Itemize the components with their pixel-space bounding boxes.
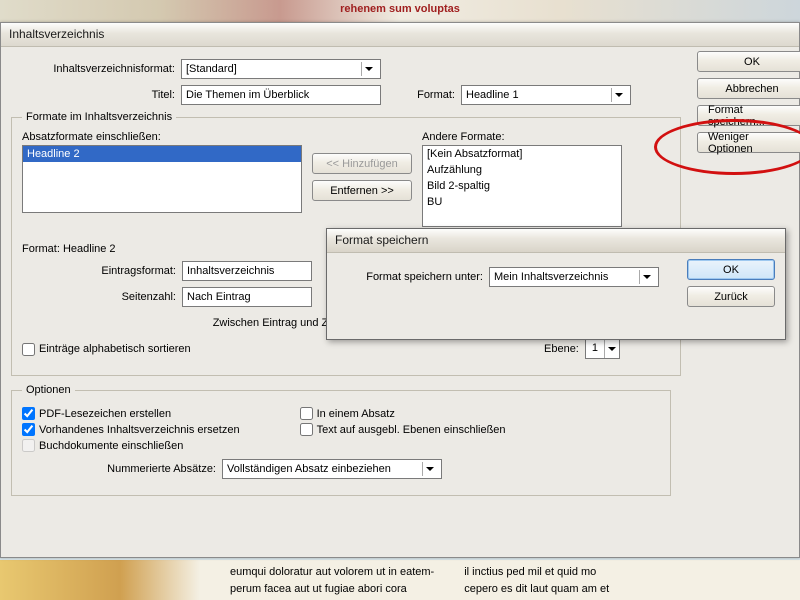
numbered-para-combo[interactable]: Vollständigen Absatz einbeziehen bbox=[222, 459, 442, 479]
ok-button[interactable]: OK bbox=[697, 51, 800, 72]
formats-legend: Formate im Inhaltsverzeichnis bbox=[22, 111, 176, 123]
numbered-para-value: Vollständigen Absatz einbeziehen bbox=[227, 463, 391, 475]
list-item[interactable]: Headline 2 bbox=[23, 146, 301, 162]
one-paragraph-label: In einem Absatz bbox=[317, 408, 395, 420]
entry-format-value: Inhaltsverzeichnis bbox=[187, 265, 274, 277]
format-combo[interactable]: Headline 1 bbox=[461, 85, 631, 105]
page-num-combo[interactable]: Nach Eintrag bbox=[182, 287, 312, 307]
save-format-button[interactable]: Format speichern... bbox=[697, 105, 800, 126]
save-as-combo[interactable]: Mein Inhaltsverzeichnis bbox=[489, 267, 659, 287]
include-formats-label: Absatzformate einschließen: bbox=[22, 131, 302, 143]
title-value: Die Themen im Überblick bbox=[186, 89, 309, 101]
sort-alpha-label: Einträge alphabetisch sortieren bbox=[39, 343, 191, 355]
save-format-dialog-title: Format speichern bbox=[327, 229, 785, 253]
options-legend: Optionen bbox=[22, 384, 75, 396]
list-item[interactable]: [Kein Absatzformat] bbox=[423, 146, 621, 162]
entry-format-combo[interactable]: Inhaltsverzeichnis bbox=[182, 261, 312, 281]
bg-text: eumqui doloratur aut volorem ut in eatem… bbox=[230, 564, 434, 581]
remove-button[interactable]: Entfernen >> bbox=[312, 180, 412, 201]
one-paragraph-checkbox[interactable]: In einem Absatz bbox=[300, 407, 506, 420]
save-as-value: Mein Inhaltsverzeichnis bbox=[494, 271, 608, 283]
other-formats-label: Andere Formate: bbox=[422, 131, 622, 143]
chevron-down-icon bbox=[611, 88, 626, 102]
save-format-back-button[interactable]: Zurück bbox=[687, 286, 775, 307]
other-formats-list[interactable]: [Kein Absatzformat] Aufzählung Bild 2-sp… bbox=[422, 145, 622, 227]
between-label: Zwischen Eintrag und Zahl: bbox=[22, 317, 352, 329]
save-format-ok-button[interactable]: OK bbox=[687, 259, 775, 280]
level-value: 1 bbox=[586, 340, 604, 358]
save-as-label: Format speichern unter: bbox=[339, 271, 489, 283]
list-item[interactable]: Bild 2-spaltig bbox=[423, 178, 621, 194]
toc-format-label: Inhaltsverzeichnisformat: bbox=[11, 63, 181, 75]
title-input[interactable]: Die Themen im Überblick bbox=[181, 85, 381, 105]
replace-toc-checkbox[interactable]: Vorhandenes Inhaltsverzeichnis ersetzen bbox=[22, 423, 240, 436]
book-docs-label: Buchdokumente einschließen bbox=[39, 440, 183, 452]
replace-toc-label: Vorhandenes Inhaltsverzeichnis ersetzen bbox=[39, 424, 240, 436]
bg-text: cepero es dit laut quam am et bbox=[464, 581, 609, 598]
bg-text: perum facea aut ut fugiae abori cora bbox=[230, 581, 434, 598]
background-page-top: rehenem sum voluptas bbox=[0, 0, 800, 22]
toc-format-combo[interactable]: [Standard] bbox=[181, 59, 381, 79]
page-num-label: Seitenzahl: bbox=[22, 291, 182, 303]
hidden-layers-checkbox[interactable]: Text auf ausgebl. Ebenen einschließen bbox=[300, 423, 506, 436]
format-value: Headline 1 bbox=[466, 89, 519, 101]
pdf-bookmarks-label: PDF-Lesezeichen erstellen bbox=[39, 408, 171, 420]
chevron-down-icon bbox=[639, 270, 654, 284]
toc-format-value: [Standard] bbox=[186, 63, 237, 75]
entry-format-label: Eintragsformat: bbox=[22, 265, 182, 277]
title-label: Titel: bbox=[11, 89, 181, 101]
add-button: << Hinzufügen bbox=[312, 153, 412, 174]
format-label: Format: bbox=[401, 89, 461, 101]
dialog-title: Inhaltsverzeichnis bbox=[1, 23, 799, 47]
save-format-dialog: Format speichern Format speichern unter:… bbox=[326, 228, 786, 340]
sort-alpha-checkbox[interactable]: Einträge alphabetisch sortieren bbox=[22, 343, 191, 356]
include-formats-list[interactable]: Headline 2 bbox=[22, 145, 302, 213]
numbered-para-label: Nummerierte Absätze: bbox=[22, 463, 222, 475]
bg-heading: rehenem sum voluptas bbox=[0, 0, 800, 18]
list-item[interactable]: Aufzählung bbox=[423, 162, 621, 178]
options-fieldset: Optionen PDF-Lesezeichen erstellen Vorha… bbox=[11, 384, 671, 496]
pdf-bookmarks-checkbox[interactable]: PDF-Lesezeichen erstellen bbox=[22, 407, 240, 420]
list-item[interactable]: BU bbox=[423, 194, 621, 210]
fewer-options-button[interactable]: Weniger Optionen bbox=[697, 132, 800, 153]
chevron-down-icon bbox=[604, 340, 619, 358]
chevron-down-icon bbox=[361, 62, 376, 76]
page-num-value: Nach Eintrag bbox=[187, 291, 251, 303]
dialog-button-column: OK Abbrechen Format speichern... Weniger… bbox=[697, 51, 800, 153]
level-spinner[interactable]: 1 bbox=[585, 339, 620, 359]
level-label: Ebene: bbox=[535, 343, 585, 355]
background-page-bottom: eumqui doloratur aut volorem ut in eatem… bbox=[0, 560, 800, 600]
cancel-button[interactable]: Abbrechen bbox=[697, 78, 800, 99]
book-docs-checkbox: Buchdokumente einschließen bbox=[22, 439, 240, 452]
bg-text: il inctius ped mil et quid mo bbox=[464, 564, 609, 581]
chevron-down-icon bbox=[422, 462, 437, 476]
hidden-layers-label: Text auf ausgebl. Ebenen einschließen bbox=[317, 424, 506, 436]
